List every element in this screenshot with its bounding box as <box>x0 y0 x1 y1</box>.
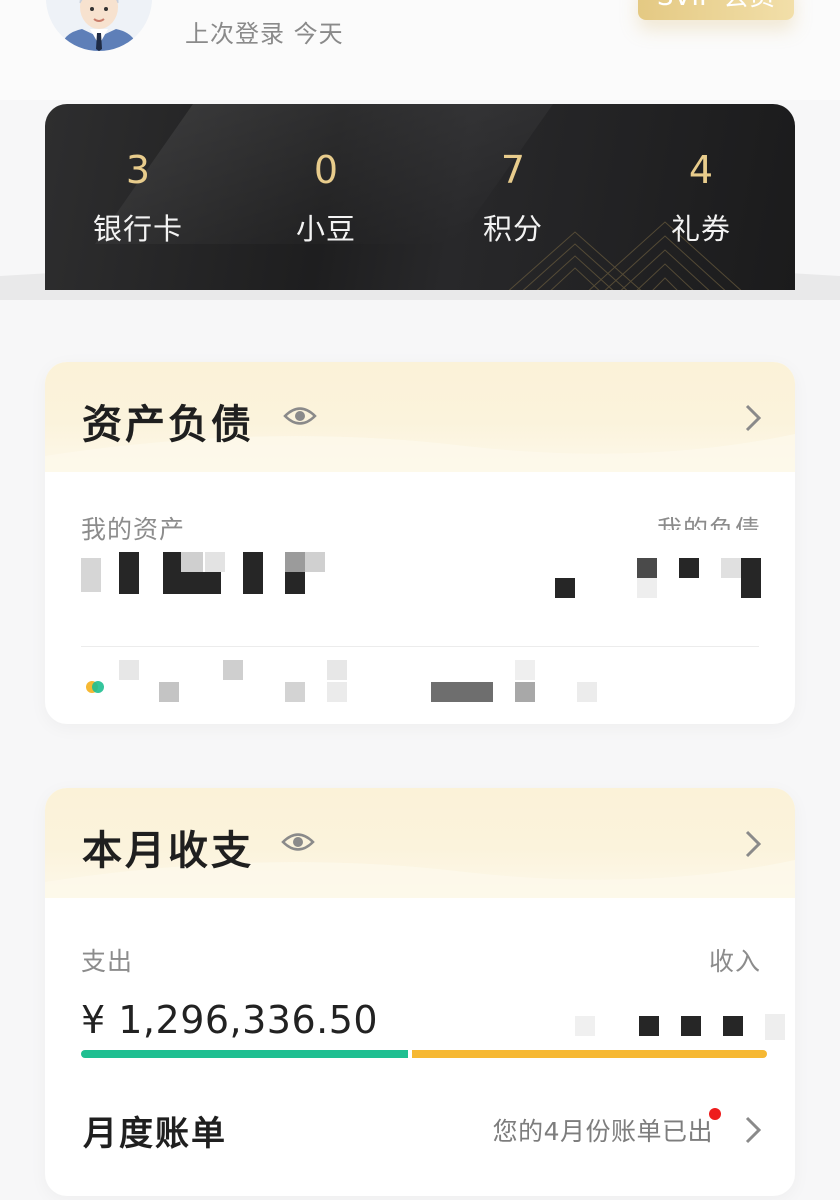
stat-label: 银行卡 <box>92 212 183 246</box>
stat-value: 3 <box>125 148 151 192</box>
income-expense-ratio-bar <box>81 1050 767 1060</box>
stat-value: 4 <box>688 148 714 192</box>
member-level-badge[interactable]: SVIP 会员 <box>638 0 794 20</box>
stat-value: 0 <box>313 148 339 192</box>
last-login-text: 上次登录 今天 <box>185 20 344 48</box>
legend-dot-icon <box>86 681 104 693</box>
stat-beans[interactable]: 0 小豆 <box>251 146 401 248</box>
income-bar <box>412 1050 767 1058</box>
breakdown-mosaic <box>119 660 719 704</box>
stats-card: 3 银行卡 0 小豆 7 积分 4 礼券 <box>45 104 795 290</box>
monthly-income-expense-card: 本月收支 支出 收入 ¥ 1,296,336.50 月度账单 您的4月份账单已出 <box>45 788 795 1196</box>
stat-bank-cards[interactable]: 3 银行卡 <box>63 146 213 248</box>
assets-liabilities-card: 资产负债 我的资产 我的负债 <box>45 362 795 724</box>
card-header[interactable]: 资产负债 <box>45 362 795 472</box>
expense-bar <box>81 1050 408 1058</box>
stat-label: 礼券 <box>670 212 731 246</box>
expense-label: 支出 <box>81 947 134 976</box>
eye-icon[interactable] <box>283 403 317 429</box>
card-title: 本月收支 <box>82 828 254 874</box>
stat-coupons[interactable]: 4 礼券 <box>626 146 776 248</box>
expense-amount: ¥ 1,296,336.50 <box>81 998 379 1042</box>
income-label: 收入 <box>708 947 761 976</box>
chevron-right-icon[interactable] <box>745 1116 761 1144</box>
chevron-right-icon[interactable] <box>745 404 761 432</box>
stat-label: 小豆 <box>295 212 356 246</box>
stat-label: 积分 <box>482 212 543 246</box>
notification-dot <box>709 1108 721 1120</box>
liabilities-value-mosaic <box>555 552 780 600</box>
eye-icon[interactable] <box>281 829 315 855</box>
profile-header: 上次登录 今天 SVIP 会员 <box>0 0 840 100</box>
assets-value-mosaic <box>81 552 341 600</box>
chevron-right-icon[interactable] <box>745 830 761 858</box>
monthly-bill-note: 您的4月份账单已出 <box>492 1117 713 1146</box>
avatar[interactable] <box>46 0 152 51</box>
income-value-mosaic <box>575 1014 790 1040</box>
card-title: 资产负债 <box>82 402 254 448</box>
card-divider <box>81 646 759 647</box>
account-page: 上次登录 今天 SVIP 会员 3 银行卡 0 <box>0 0 840 1200</box>
card-header[interactable]: 本月收支 <box>45 788 795 898</box>
monthly-bill-title: 月度账单 <box>83 1114 227 1154</box>
my-assets-label: 我的资产 <box>81 515 186 544</box>
my-liabilities-label: 我的负债 <box>656 515 761 530</box>
stat-points[interactable]: 7 积分 <box>438 146 588 248</box>
stat-value: 7 <box>500 148 526 192</box>
